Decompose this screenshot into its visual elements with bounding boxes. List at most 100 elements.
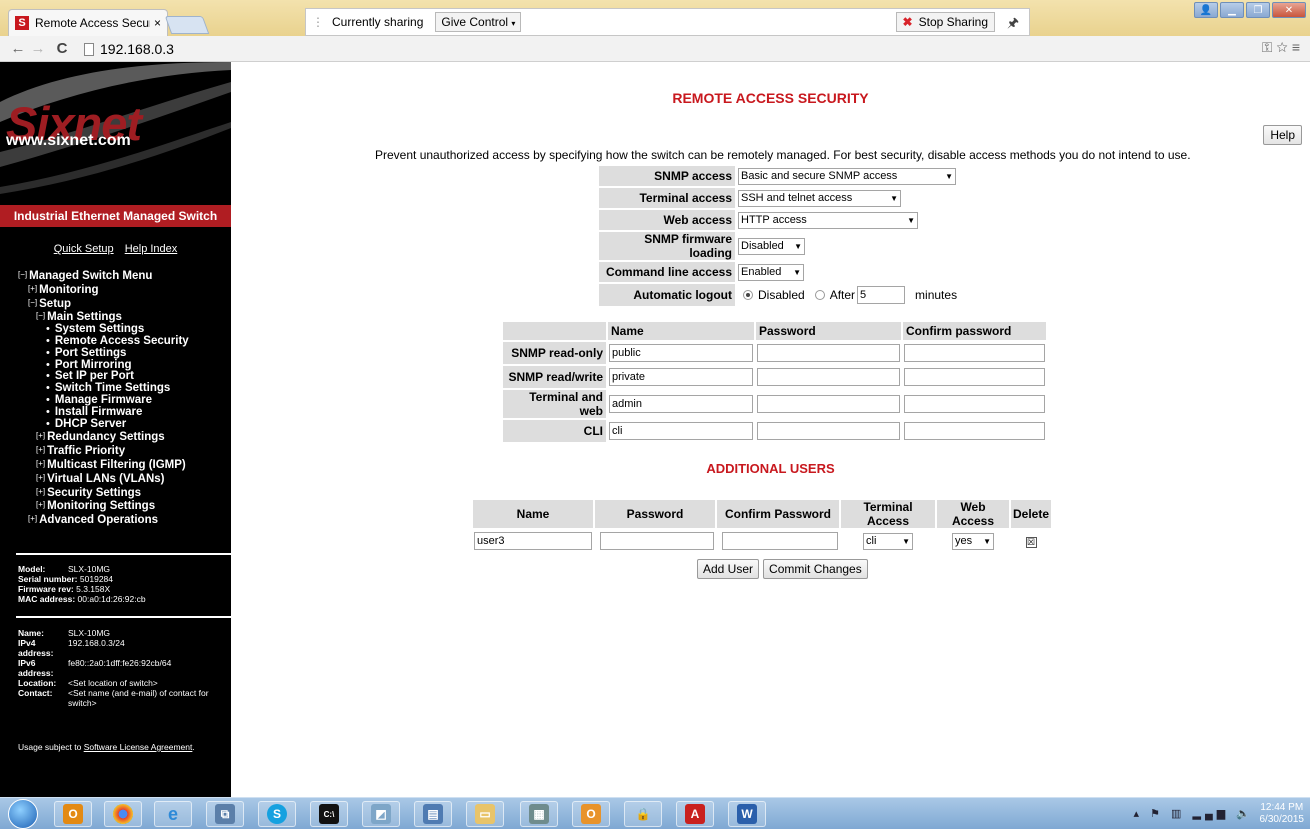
menu-item[interactable]: [+] Traffic Priority: [18, 444, 189, 458]
reload-icon[interactable]: C: [54, 40, 70, 57]
menu-item[interactable]: [−] Main Settings: [18, 310, 189, 324]
menu-item[interactable]: [+] Virtual LANs (VLANs): [18, 472, 189, 486]
chrome-taskbar-icon[interactable]: [104, 801, 142, 827]
menu-icon[interactable]: ≡: [1292, 39, 1304, 55]
menu-item-label: DHCP Server: [54, 417, 127, 430]
skype-taskbar-icon[interactable]: S: [258, 801, 296, 827]
pin-icon[interactable]: 🖈: [1007, 14, 1019, 36]
clock-time: 12:44 PM: [1260, 802, 1304, 813]
delete-user-checkbox[interactable]: ☒: [1025, 537, 1037, 548]
menu-item[interactable]: [−] Managed Switch Menu: [18, 269, 189, 283]
signal-icon[interactable]: ▂▄▆: [1193, 808, 1230, 820]
web-access-select[interactable]: HTTP access ▼: [738, 211, 918, 229]
help-button[interactable]: Help: [1263, 125, 1302, 145]
maximize-button[interactable]: ❐: [1246, 2, 1270, 18]
credential-confirm-input[interactable]: [904, 368, 1045, 386]
drag-grip-icon[interactable]: ⋮: [312, 15, 324, 29]
credential-confirm-input[interactable]: [904, 422, 1045, 440]
menu-item[interactable]: [−] Setup: [18, 297, 189, 311]
tray-arrow-icon[interactable]: ▴: [1134, 808, 1144, 820]
credential-confirm-input[interactable]: [904, 344, 1045, 362]
expand-toggle-icon: [−]: [18, 270, 28, 279]
credential-name-input[interactable]: public: [609, 344, 753, 362]
stop-sharing-button[interactable]: ✖ Stop Sharing: [895, 12, 995, 32]
forward-arrow-icon[interactable]: →: [30, 40, 46, 57]
add-user-button[interactable]: Add User: [697, 559, 760, 579]
word-taskbar-icon[interactable]: W: [728, 801, 766, 827]
terminal-access-select[interactable]: SSH and telnet access ▼: [738, 189, 901, 207]
menu-item[interactable]: [+] Security Settings: [18, 486, 189, 500]
calculator-taskbar-icon[interactable]: ▦: [520, 801, 558, 827]
tab-close-icon[interactable]: ×: [154, 16, 161, 30]
expand-toggle-icon: [+]: [36, 500, 46, 510]
back-arrow-icon[interactable]: ←: [10, 40, 26, 57]
user-icon[interactable]: 👤: [1194, 2, 1218, 18]
menu-item[interactable]: [+] Monitoring: [18, 283, 189, 297]
outlook-taskbar-icon[interactable]: O: [54, 801, 92, 827]
menu-item-label: Install Firmware: [54, 405, 143, 418]
bookmark-star-icon[interactable]: ☆: [1276, 39, 1291, 55]
credential-password-input[interactable]: [757, 395, 900, 413]
credential-name-input[interactable]: cli: [609, 422, 753, 440]
credential-confirm-input[interactable]: [904, 395, 1045, 413]
user-password-input[interactable]: [600, 532, 714, 550]
network-icon[interactable]: ▥: [1171, 808, 1185, 820]
new-tab-button[interactable]: [164, 16, 210, 34]
credential-label: SNMP read/write: [503, 366, 606, 388]
snmp-access-select[interactable]: Basic and secure SNMP access ▼: [738, 167, 956, 185]
credential-row: SNMP read-only public: [503, 342, 1046, 364]
network-app-taskbar-icon[interactable]: ⧉: [206, 801, 244, 827]
system-tray: ▴ ⚑ ▥ ▂▄▆ 🔈: [1134, 807, 1254, 820]
logout-after-radio[interactable]: [814, 290, 825, 300]
start-button[interactable]: [8, 799, 38, 829]
internet-explorer-taskbar-icon[interactable]: e: [154, 801, 192, 827]
volume-icon[interactable]: 🔈: [1236, 808, 1254, 820]
monitor-app-taskbar-icon[interactable]: ▤: [414, 801, 452, 827]
logout-minutes-input[interactable]: [857, 286, 906, 304]
user-confirm-input[interactable]: [722, 532, 838, 550]
menu-item[interactable]: [+] Advanced Operations: [18, 513, 189, 527]
menu-item[interactable]: [+] Redundancy Settings: [18, 430, 189, 444]
key-icon[interactable]: ⚿: [1262, 39, 1277, 55]
license-agreement-link[interactable]: Software License Agreement: [84, 742, 193, 752]
user-name-input[interactable]: user3: [474, 532, 592, 550]
command-prompt-taskbar-icon[interactable]: C:\: [310, 801, 348, 827]
user-web-select[interactable]: yes ▼: [952, 532, 994, 550]
divider: [16, 553, 231, 555]
menu-item[interactable]: • DHCP Server: [18, 417, 189, 431]
close-window-button[interactable]: ✕: [1272, 2, 1306, 18]
give-control-label: Give Control: [441, 15, 509, 29]
user-terminal-select[interactable]: cli ▼: [863, 532, 913, 550]
location-value: <Set location of switch>: [68, 678, 158, 688]
sixnet-logo[interactable]: Sixnet www.sixnet.com: [0, 62, 231, 202]
browser-tab[interactable]: S Remote Access Security - ×: [8, 9, 168, 36]
command-line-select[interactable]: Enabled ▼: [738, 263, 804, 281]
bullet-icon: •: [46, 393, 50, 406]
menu-item-label: Port Settings: [54, 346, 127, 359]
snmp-firmware-select[interactable]: Disabled ▼: [738, 237, 805, 255]
menu-item[interactable]: [+] Monitoring Settings: [18, 499, 189, 513]
flag-icon[interactable]: ⚑: [1150, 808, 1164, 820]
credential-password-input[interactable]: [757, 368, 900, 386]
credential-name-input[interactable]: private: [609, 368, 753, 386]
give-control-dropdown[interactable]: Give Control ▾: [435, 12, 522, 32]
credential-name-input[interactable]: admin: [609, 395, 753, 413]
bullet-icon: •: [46, 334, 50, 347]
lock-app-taskbar-icon[interactable]: 🔒: [624, 801, 662, 827]
minimize-button[interactable]: ▁: [1220, 2, 1244, 18]
quick-setup-link[interactable]: Quick Setup: [54, 243, 114, 255]
acrobat-taskbar-icon[interactable]: A: [676, 801, 714, 827]
system-clock[interactable]: 12:44 PM 6/30/2015: [1260, 802, 1305, 826]
action-buttons: Add User Commit Changes: [697, 559, 872, 579]
credential-password-input[interactable]: [757, 422, 900, 440]
file-explorer-taskbar-icon[interactable]: ▭: [466, 801, 504, 827]
credential-password-input[interactable]: [757, 344, 900, 362]
name-column-header: Name: [608, 322, 754, 340]
address-bar[interactable]: 192.168.0.3: [84, 39, 1260, 59]
menu-item[interactable]: [+] Multicast Filtering (IGMP): [18, 458, 189, 472]
remote-app-taskbar-icon[interactable]: ◩: [362, 801, 400, 827]
logout-disabled-radio[interactable]: [743, 290, 753, 300]
outlook-calendar-taskbar-icon[interactable]: O: [572, 801, 610, 827]
help-index-link[interactable]: Help Index: [125, 243, 178, 255]
commit-changes-button[interactable]: Commit Changes: [763, 559, 868, 579]
